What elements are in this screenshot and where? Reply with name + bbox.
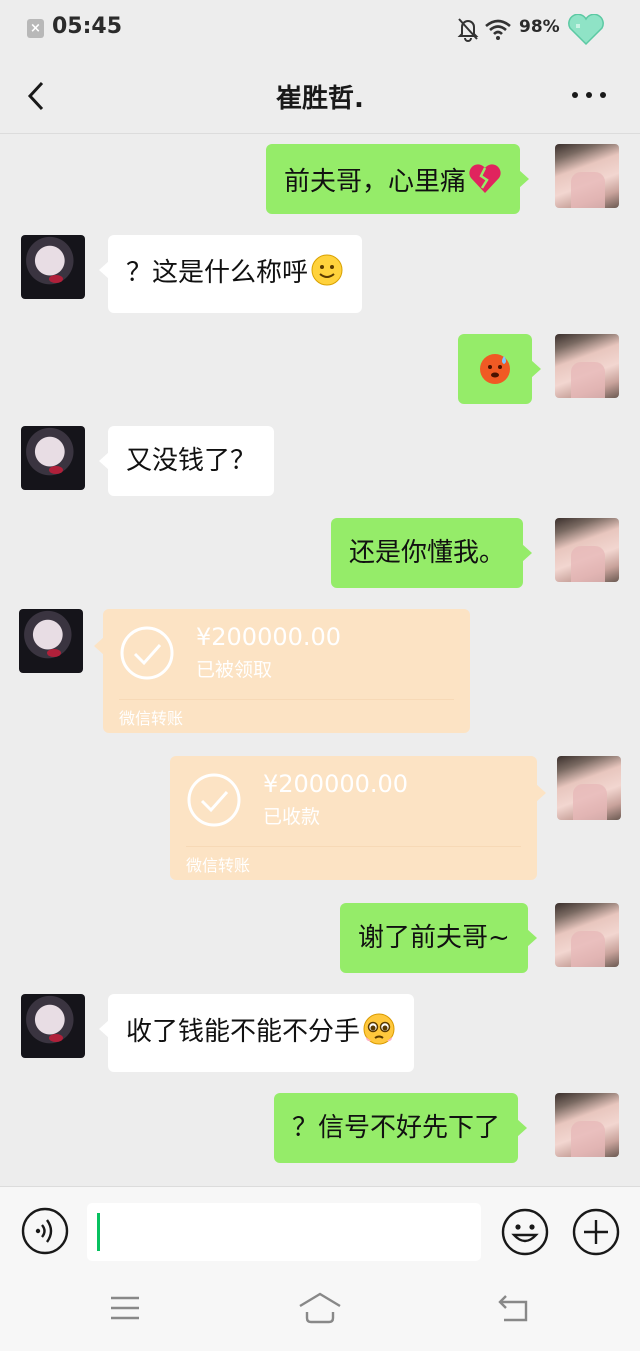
- more-options-icon[interactable]: [567, 78, 611, 112]
- avatar-self[interactable]: [555, 334, 619, 398]
- transfer-card[interactable]: ¥200000.00 已被领取 微信转账: [94, 609, 470, 733]
- check-circle-icon: [187, 773, 241, 827]
- message-input[interactable]: [87, 1203, 481, 1261]
- message-bubble[interactable]: 前夫哥，心里痛: [266, 144, 530, 214]
- pleading-emoji-icon: [363, 1013, 395, 1045]
- battery-percent: 98%: [519, 17, 560, 37]
- message-text: 还是你懂我。: [349, 538, 506, 568]
- message-text: 收了钱能不能不分手: [126, 1017, 361, 1047]
- text-caret: [97, 1213, 100, 1251]
- transfer-card[interactable]: ¥200000.00 已收款 微信转账: [170, 756, 546, 880]
- transfer-label: 微信转账: [186, 856, 251, 875]
- chat-header: 崔胜哲.: [0, 58, 640, 134]
- check-circle-icon: [120, 626, 174, 680]
- message-text: ？这是什么称呼: [126, 258, 309, 288]
- avatar-self[interactable]: [555, 903, 619, 967]
- transfer-amount: ¥200000.00: [196, 623, 342, 651]
- avatar-contact[interactable]: [21, 426, 85, 490]
- battery-heart-icon: [568, 14, 604, 46]
- back-nav-icon[interactable]: [492, 1288, 538, 1328]
- message-bubble[interactable]: 又没钱了？: [98, 426, 275, 496]
- system-nav-bar: [0, 1268, 640, 1351]
- transfer-status: 已被领取: [196, 659, 273, 681]
- sweat-angry-emoji-icon: [480, 354, 510, 384]
- message-bubble[interactable]: ？这是什么称呼: [98, 235, 363, 313]
- plus-more-icon[interactable]: [571, 1207, 621, 1257]
- message-text: 又没钱了？: [126, 446, 257, 476]
- avatar-contact[interactable]: [21, 235, 85, 299]
- broken-heart-icon: [469, 164, 501, 193]
- transfer-status: 已收款: [263, 806, 321, 828]
- notification-icon: ×: [27, 19, 44, 38]
- mute-bell-icon: [457, 18, 479, 42]
- message-bubble[interactable]: 谢了前夫哥~: [340, 903, 537, 973]
- status-bar: × 05:45 98%: [0, 0, 640, 58]
- message-bubble[interactable]: ？信号不好先下了: [274, 1093, 528, 1163]
- avatar-self[interactable]: [557, 756, 621, 820]
- divider: [119, 699, 454, 700]
- wifi-icon: [485, 19, 511, 40]
- status-time: 05:45: [52, 14, 123, 39]
- divider: [186, 846, 521, 847]
- voice-input-icon[interactable]: [21, 1207, 69, 1255]
- message-list[interactable]: 前夫哥，心里痛 ？这是什么称呼 又没钱了？ 还是你懂我。 ¥200000.00 …: [0, 134, 640, 1186]
- input-bar: [0, 1186, 640, 1268]
- menu-icon[interactable]: [102, 1288, 148, 1328]
- message-bubble[interactable]: [458, 334, 541, 404]
- transfer-label: 微信转账: [119, 709, 184, 728]
- chat-title: 崔胜哲.: [276, 84, 364, 114]
- avatar-self[interactable]: [555, 144, 619, 208]
- emoji-picker-icon[interactable]: [500, 1207, 550, 1257]
- home-icon[interactable]: [297, 1288, 343, 1328]
- message-bubble[interactable]: 收了钱能不能不分手: [98, 994, 415, 1072]
- smile-emoji-icon: [311, 254, 343, 286]
- message-text: 前夫哥，心里痛: [284, 167, 467, 197]
- avatar-contact[interactable]: [21, 994, 85, 1058]
- transfer-amount: ¥200000.00: [263, 770, 409, 798]
- message-bubble[interactable]: 还是你懂我。: [331, 518, 533, 588]
- avatar-self[interactable]: [555, 1093, 619, 1157]
- message-text: ？信号不好先下了: [292, 1113, 501, 1143]
- avatar-contact[interactable]: [19, 609, 83, 673]
- message-text: 谢了前夫哥~: [358, 923, 510, 953]
- avatar-self[interactable]: [555, 518, 619, 582]
